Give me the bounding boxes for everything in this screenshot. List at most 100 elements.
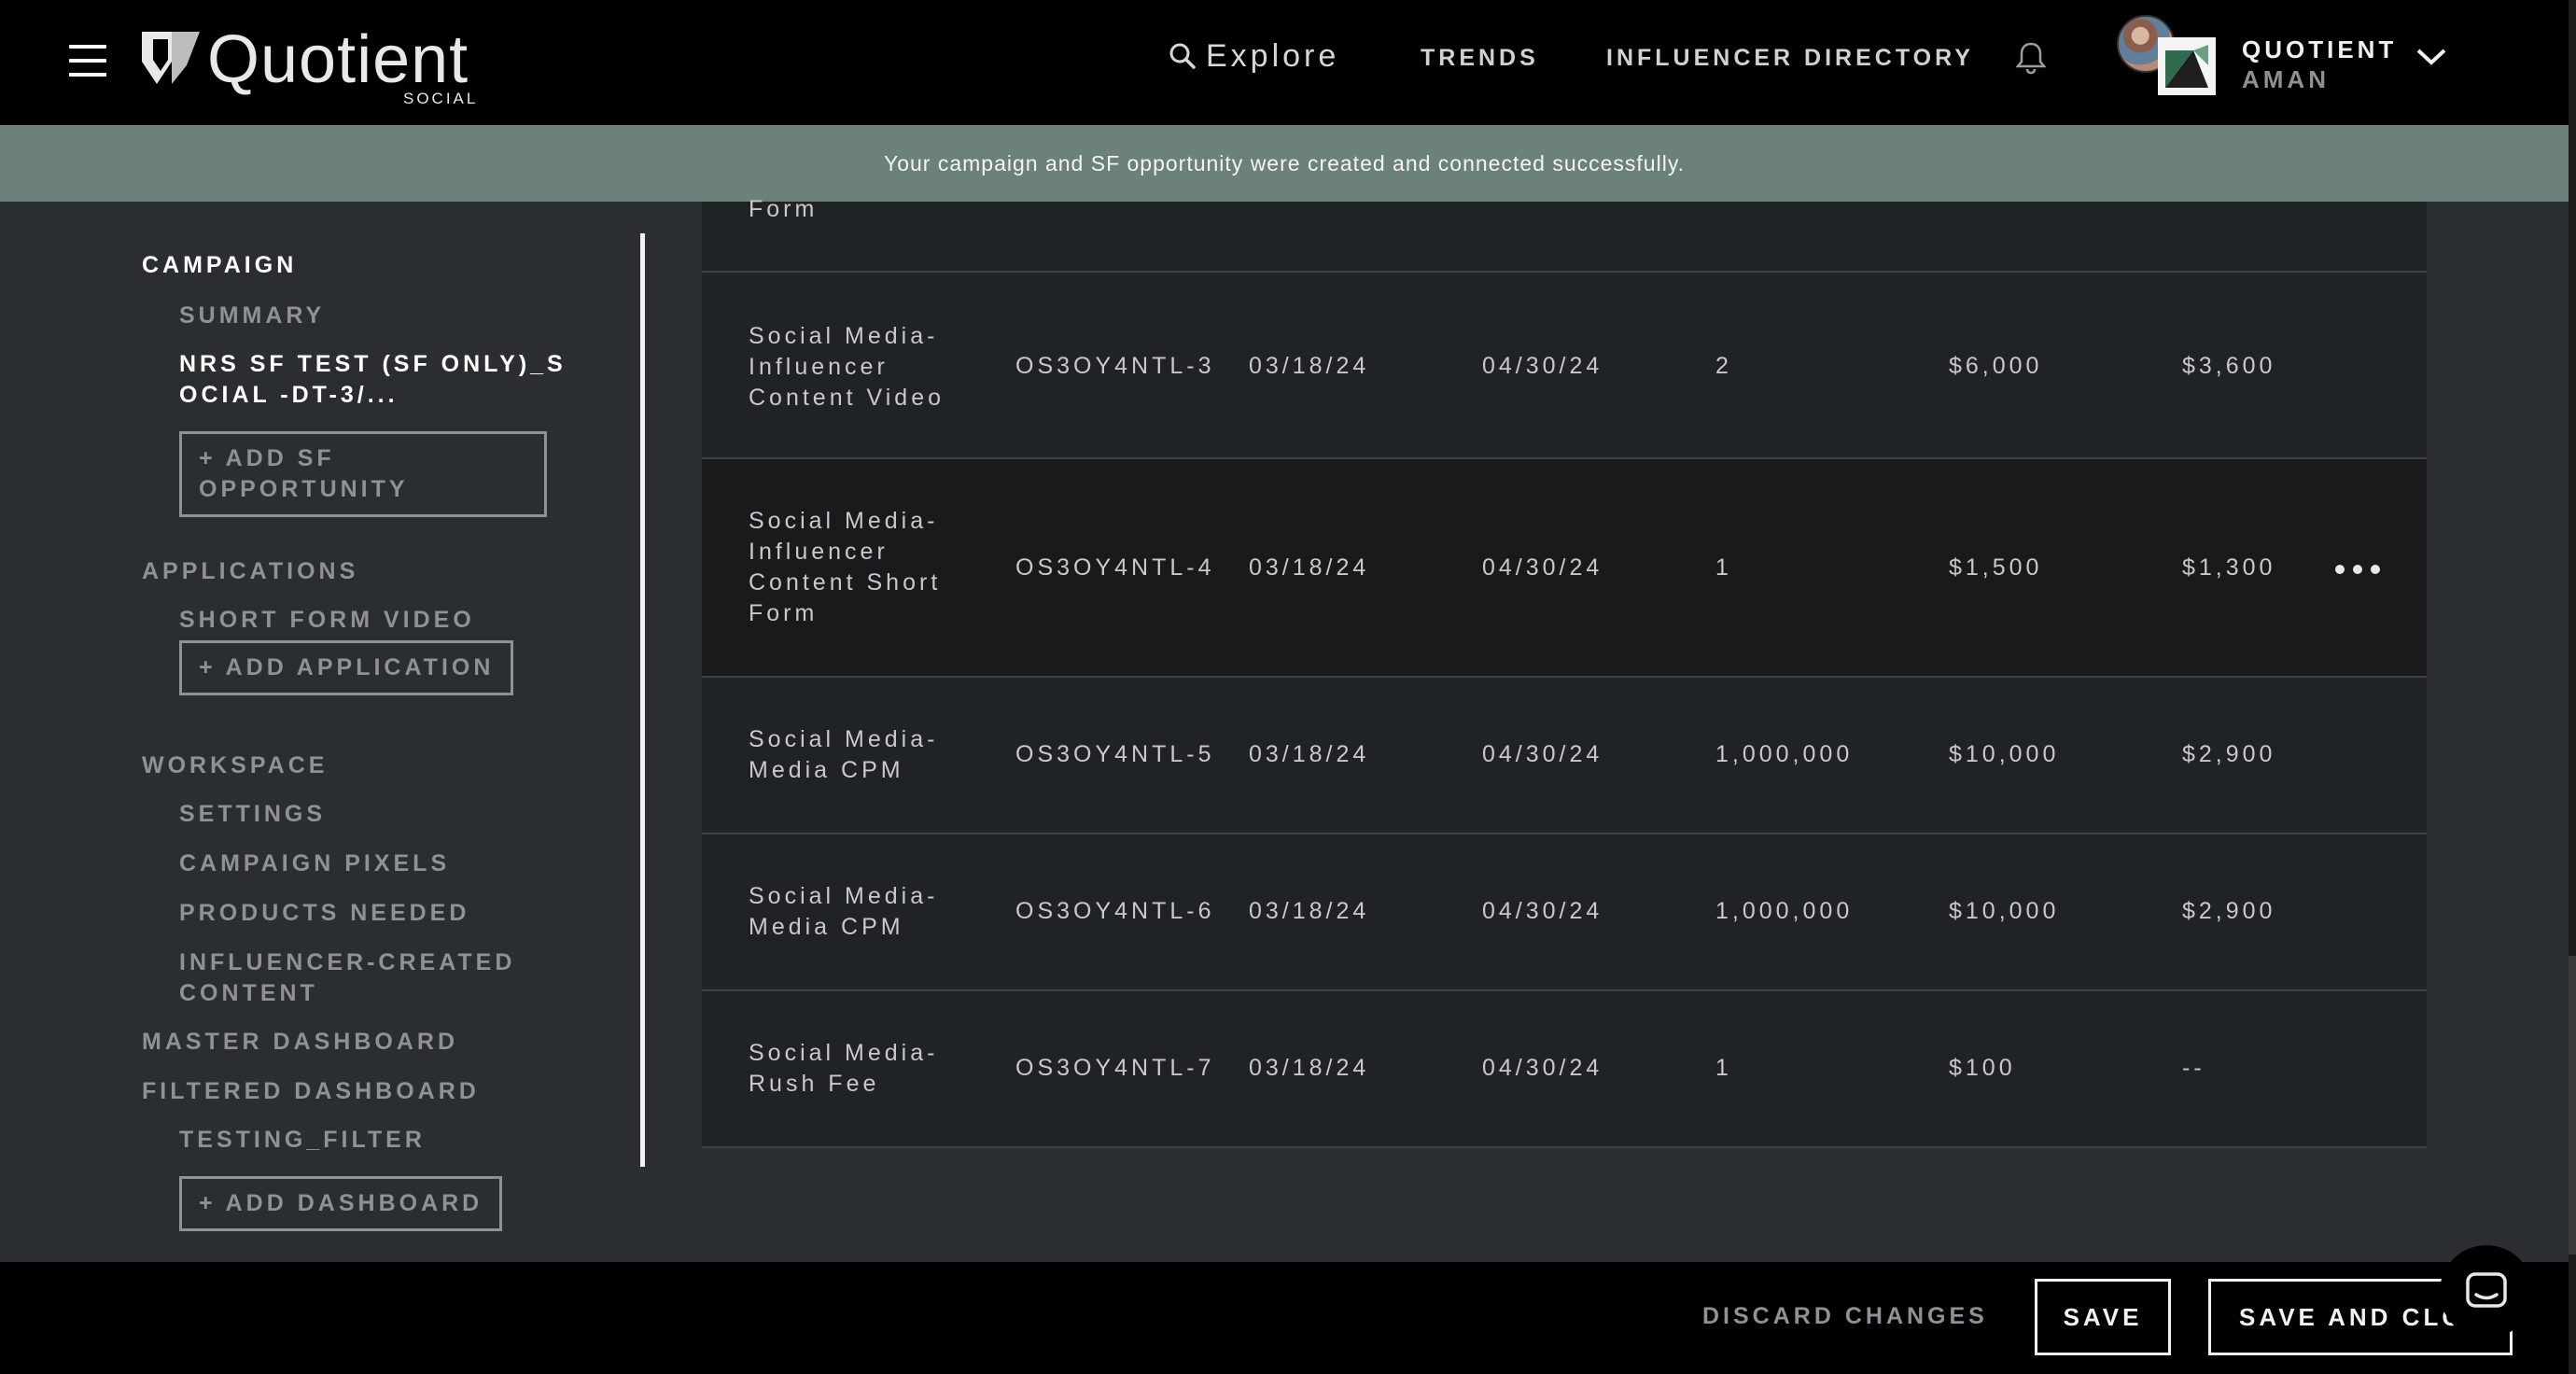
sidebar-item-settings[interactable]: SETTINGS bbox=[179, 799, 326, 830]
name-line: Social Media- bbox=[749, 323, 939, 349]
end-date: 04/30/24 bbox=[1482, 741, 1603, 767]
quantity: 1,000,000 bbox=[1715, 741, 1854, 767]
line-item-id: OS3OY4NTL-7 bbox=[1015, 1055, 1215, 1081]
name-line: Content Short bbox=[749, 569, 942, 596]
action-footer bbox=[0, 1262, 2569, 1374]
end-date: 04/30/24 bbox=[1482, 898, 1603, 924]
spend: $2,900 bbox=[2182, 898, 2276, 924]
sidebar-item-products-needed[interactable]: PRODUCTS NEEDED bbox=[179, 898, 469, 929]
name-line: Influencer bbox=[749, 354, 889, 380]
budget: $1,500 bbox=[1949, 554, 2043, 581]
user-avatar[interactable] bbox=[2117, 15, 2216, 97]
name-line: Content Video bbox=[749, 385, 945, 411]
hamburger-menu-icon[interactable] bbox=[69, 45, 106, 77]
table-row[interactable]: Form bbox=[702, 196, 2427, 273]
sidebar-section-campaign[interactable]: CAMPAIGN bbox=[142, 252, 297, 279]
sidebar-section-filtered-dashboard[interactable]: FILTERED DASHBOARD bbox=[142, 1078, 480, 1105]
sidebar-item-influencer-created-content[interactable]: INFLUENCER-CREATED CONTENT bbox=[179, 947, 515, 1009]
name-line: Influencer bbox=[749, 539, 889, 565]
line-item-name: Form bbox=[749, 196, 819, 222]
more-options-icon[interactable] bbox=[2335, 562, 2380, 577]
success-banner: Your campaign and SF opportunity were cr… bbox=[0, 125, 2569, 202]
explore-label: Explore bbox=[1206, 37, 1340, 74]
sidebar-divider bbox=[640, 233, 645, 1167]
logo-subtitle: SOCIAL bbox=[403, 90, 479, 107]
start-date: 03/18/24 bbox=[1249, 741, 1370, 767]
line-item-id: OS3OY4NTL-3 bbox=[1015, 353, 1215, 379]
name-line: Form bbox=[749, 600, 819, 626]
quantity: 2 bbox=[1715, 353, 1732, 379]
logo-wordmark: Quotient bbox=[207, 22, 469, 97]
sidebar-section-applications[interactable]: APPLICATIONS bbox=[142, 558, 358, 585]
end-date: 04/30/24 bbox=[1482, 554, 1603, 581]
quantity: 1,000,000 bbox=[1715, 898, 1854, 924]
line-item-name: Social Media- Rush Fee bbox=[749, 1038, 973, 1100]
spend: $1,300 bbox=[2182, 554, 2276, 581]
line-item-name: Social Media- Influencer Content Short F… bbox=[749, 506, 973, 629]
line-item-name: Social Media- Media CPM bbox=[749, 724, 973, 786]
add-sf-label-line2: OPPORTUNITY bbox=[199, 476, 409, 502]
quotient-logo[interactable]: Quotient SOCIAL bbox=[140, 24, 495, 108]
start-date: 03/18/24 bbox=[1249, 1055, 1370, 1081]
sidebar-section-workspace[interactable]: WORKSPACE bbox=[142, 752, 328, 779]
line-item-id: OS3OY4NTL-6 bbox=[1015, 898, 1215, 924]
add-dashboard-button[interactable]: + ADD DASHBOARD bbox=[179, 1176, 503, 1231]
campaign-sidebar: CAMPAIGN SUMMARY NRS SF TEST (SF ONLY)_S… bbox=[0, 202, 653, 1262]
bell-icon[interactable] bbox=[2016, 41, 2046, 75]
campaign-name-line2: OCIAL -DT-3/... bbox=[179, 382, 399, 408]
budget: $10,000 bbox=[1949, 741, 2060, 767]
table-row[interactable]: Social Media- Influencer Content Video O… bbox=[702, 273, 2427, 459]
spend: -- bbox=[2182, 1055, 2205, 1081]
sidebar-item-short-form-video[interactable]: SHORT FORM VIDEO bbox=[179, 605, 475, 636]
name-line: Rush Fee bbox=[749, 1071, 880, 1097]
chat-icon bbox=[2466, 1272, 2507, 1308]
table-row[interactable]: Social Media- Media CPM OS3OY4NTL-5 03/1… bbox=[702, 678, 2427, 834]
quantity: 1 bbox=[1715, 1055, 1732, 1081]
sidebar-item-testing-filter[interactable]: TESTING_FILTER bbox=[179, 1125, 426, 1156]
end-date: 04/30/24 bbox=[1482, 353, 1603, 379]
spend: $3,600 bbox=[2182, 353, 2276, 379]
sidebar-item-campaign-name[interactable]: NRS SF TEST (SF ONLY)_S OCIAL -DT-3/... bbox=[179, 349, 567, 411]
budget: $10,000 bbox=[1949, 898, 2060, 924]
add-application-button[interactable]: + ADD APPLICATION bbox=[179, 640, 514, 695]
start-date: 03/18/24 bbox=[1249, 898, 1370, 924]
save-button[interactable]: SAVE bbox=[2035, 1279, 2171, 1355]
name-line: Media CPM bbox=[749, 757, 904, 783]
influencer-content-line1: INFLUENCER-CREATED bbox=[179, 949, 516, 975]
budget: $100 bbox=[1949, 1055, 2016, 1081]
sidebar-section-master-dashboard[interactable]: MASTER DASHBOARD bbox=[142, 1029, 458, 1056]
explore-search[interactable]: Explore bbox=[1169, 34, 1339, 78]
chevron-down-icon[interactable] bbox=[2415, 47, 2447, 67]
table-row[interactable]: Social Media- Influencer Content Short F… bbox=[702, 459, 2427, 678]
add-sf-opportunity-button[interactable]: + ADD SF OPPORTUNITY bbox=[179, 431, 547, 517]
user-subname[interactable]: AMAN bbox=[2242, 65, 2330, 94]
user-account-name[interactable]: QUOTIENT bbox=[2242, 35, 2397, 64]
name-line: Social Media- bbox=[749, 1040, 939, 1066]
spend: $2,900 bbox=[2182, 741, 2276, 767]
sidebar-item-campaign-pixels[interactable]: CAMPAIGN PIXELS bbox=[179, 848, 450, 879]
table-row[interactable]: Social Media- Media CPM OS3OY4NTL-6 03/1… bbox=[702, 834, 2427, 991]
logo-mark-icon bbox=[142, 32, 200, 84]
table-row[interactable]: Social Media- Rush Fee OS3OY4NTL-7 03/18… bbox=[702, 991, 2427, 1148]
add-sf-label-line1: + ADD SF bbox=[199, 445, 335, 471]
name-line: Media CPM bbox=[749, 914, 904, 940]
banner-message: Your campaign and SF opportunity were cr… bbox=[883, 150, 1686, 175]
brand-logo-icon bbox=[2158, 37, 2216, 95]
nav-trends[interactable]: TRENDS bbox=[1421, 45, 1539, 72]
name-line: Social Media- bbox=[749, 883, 939, 909]
nav-influencer-directory[interactable]: INFLUENCER DIRECTORY bbox=[1606, 45, 1974, 72]
top-nav-bar: Quotient SOCIAL Explore TRENDS INFLUENCE… bbox=[0, 0, 2569, 125]
chat-launcher-button[interactable] bbox=[2440, 1245, 2533, 1339]
campaign-name-line1: NRS SF TEST (SF ONLY)_S bbox=[179, 351, 567, 377]
start-date: 03/18/24 bbox=[1249, 353, 1370, 379]
start-date: 03/18/24 bbox=[1249, 554, 1370, 581]
quantity: 1 bbox=[1715, 554, 1732, 581]
line-item-name: Social Media- Media CPM bbox=[749, 881, 973, 943]
sidebar-item-summary[interactable]: SUMMARY bbox=[179, 301, 325, 331]
discard-changes-button[interactable]: DISCARD CHANGES bbox=[1702, 1303, 1988, 1330]
search-icon bbox=[1169, 43, 1196, 69]
name-line: Social Media- bbox=[749, 726, 939, 752]
page-scrollbar-thumb[interactable] bbox=[2569, 956, 2576, 1255]
budget: $6,000 bbox=[1949, 353, 2043, 379]
line-item-id: OS3OY4NTL-5 bbox=[1015, 741, 1215, 767]
